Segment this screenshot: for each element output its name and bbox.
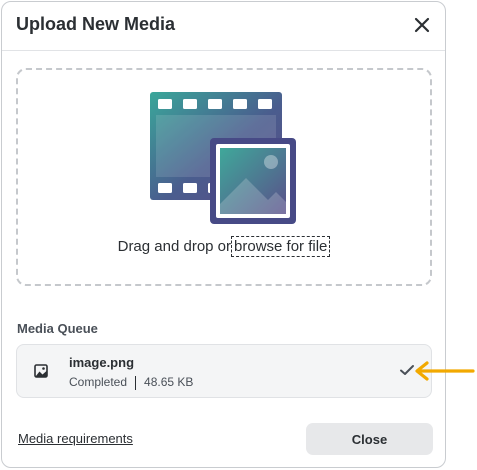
arrow-left-icon (413, 361, 475, 386)
drop-instructions: Drag and drop or browse for file (18, 236, 430, 257)
close-button[interactable]: Close (306, 423, 433, 455)
dialog-header: Upload New Media (2, 2, 445, 51)
queue-item: image.png Completed 48.65 KB (16, 344, 432, 398)
film-image-icon (150, 92, 300, 229)
file-size: 48.65 KB (144, 375, 194, 389)
image-icon (34, 364, 48, 383)
file-status: Completed (69, 375, 128, 389)
upload-dialog: Upload New Media Drag and drop or browse… (1, 1, 446, 468)
meta-separator (135, 375, 137, 390)
file-meta: Completed 48.65 KB (69, 375, 193, 390)
close-icon[interactable] (411, 14, 433, 36)
media-requirements-link[interactable]: Media requirements (18, 431, 133, 446)
media-queue-label: Media Queue (17, 321, 98, 336)
drop-prefix: Drag and drop or (117, 238, 232, 255)
drop-zone[interactable]: Drag and drop or browse for file (16, 68, 432, 286)
file-name: image.png (69, 355, 135, 370)
dialog-title: Upload New Media (16, 14, 176, 34)
browse-link[interactable]: browse for file (231, 236, 331, 257)
